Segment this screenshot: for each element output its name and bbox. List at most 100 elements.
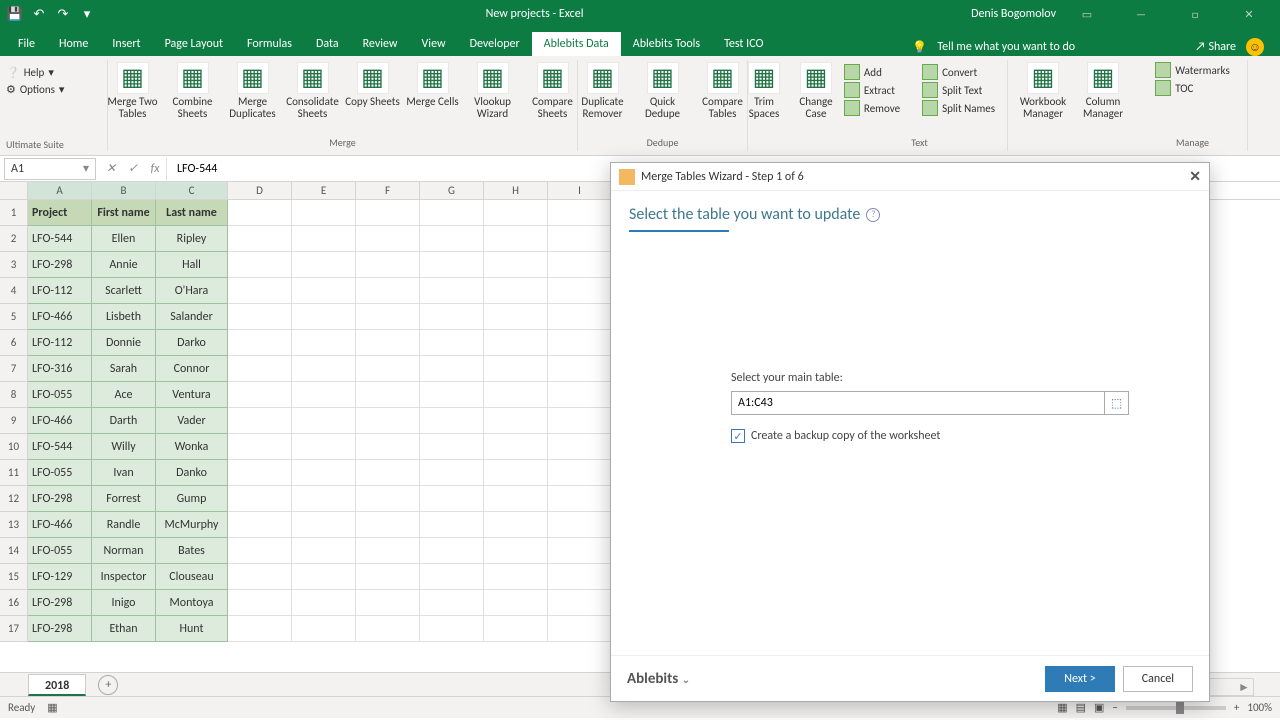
cell[interactable] <box>420 486 484 512</box>
cell[interactable] <box>292 512 356 538</box>
cell[interactable]: Norman <box>92 538 156 564</box>
cell[interactable] <box>292 590 356 616</box>
row-head[interactable]: 2 <box>0 226 28 252</box>
cell[interactable] <box>484 226 548 252</box>
zoom-out-button[interactable]: − <box>1112 701 1117 714</box>
cell[interactable]: Hall <box>156 252 228 278</box>
cell[interactable]: Inigo <box>92 590 156 616</box>
name-box[interactable]: A1▾ <box>4 158 96 180</box>
cell[interactable] <box>292 252 356 278</box>
menu-tab-view[interactable]: View <box>410 32 458 56</box>
cell[interactable] <box>420 538 484 564</box>
cell[interactable] <box>292 330 356 356</box>
menu-tab-developer[interactable]: Developer <box>458 32 532 56</box>
menu-tab-formulas[interactable]: Formulas <box>235 32 304 56</box>
cell[interactable]: LFO-466 <box>28 304 92 330</box>
cell[interactable] <box>228 564 292 590</box>
cell[interactable] <box>228 200 292 226</box>
cell[interactable] <box>228 616 292 642</box>
cell[interactable] <box>356 356 420 382</box>
toc-button[interactable]: TOC <box>1155 80 1230 96</box>
cell[interactable] <box>548 486 612 512</box>
feedback-icon[interactable]: ☺ <box>1246 38 1264 56</box>
cell[interactable] <box>292 200 356 226</box>
cell[interactable] <box>420 252 484 278</box>
row-head[interactable]: 9 <box>0 408 28 434</box>
cell[interactable] <box>356 538 420 564</box>
cell[interactable]: LFO-112 <box>28 330 92 356</box>
cell[interactable]: Project <box>28 200 92 226</box>
next-button[interactable]: Next > <box>1045 666 1114 692</box>
row-head[interactable]: 3 <box>0 252 28 278</box>
view-layout-icon[interactable]: ▤ <box>1076 701 1086 714</box>
cell[interactable] <box>356 486 420 512</box>
cell[interactable] <box>548 382 612 408</box>
cell[interactable] <box>484 278 548 304</box>
menu-tab-test-ico[interactable]: Test ICO <box>712 32 775 56</box>
cell[interactable] <box>292 382 356 408</box>
trim-spaces-button[interactable]: ▦Trim Spaces <box>740 62 788 151</box>
cell[interactable] <box>420 382 484 408</box>
cell[interactable] <box>228 460 292 486</box>
col-head-G[interactable]: G <box>420 182 484 199</box>
cell[interactable] <box>548 564 612 590</box>
remove-button[interactable]: Remove <box>844 100 900 116</box>
col-head-A[interactable]: A <box>28 182 92 199</box>
cell[interactable]: Darth <box>92 408 156 434</box>
cell[interactable] <box>228 590 292 616</box>
cell[interactable] <box>420 200 484 226</box>
col-head-I[interactable]: I <box>548 182 612 199</box>
cell[interactable] <box>420 356 484 382</box>
row-head[interactable]: 15 <box>0 564 28 590</box>
zoom-slider[interactable] <box>1126 706 1226 710</box>
row-head[interactable]: 4 <box>0 278 28 304</box>
cell[interactable] <box>484 564 548 590</box>
row-head[interactable]: 13 <box>0 512 28 538</box>
cancel-button[interactable]: Cancel <box>1123 666 1193 692</box>
cell[interactable] <box>548 408 612 434</box>
zoom-in-button[interactable]: + <box>1234 701 1239 714</box>
row-head[interactable]: 11 <box>0 460 28 486</box>
cell[interactable]: Ivan <box>92 460 156 486</box>
cell[interactable] <box>484 512 548 538</box>
dialog-close-button[interactable]: ✕ <box>1189 168 1201 185</box>
cell[interactable]: Last name <box>156 200 228 226</box>
cell[interactable]: Darko <box>156 330 228 356</box>
cell[interactable] <box>548 278 612 304</box>
cell[interactable]: Danko <box>156 460 228 486</box>
cell[interactable] <box>228 330 292 356</box>
tell-me-icon[interactable]: 💡 <box>912 40 927 55</box>
cell[interactable]: Randle <box>92 512 156 538</box>
cell[interactable] <box>292 564 356 590</box>
row-head[interactable]: 10 <box>0 434 28 460</box>
col-head-E[interactable]: E <box>292 182 356 199</box>
cell[interactable] <box>356 252 420 278</box>
menu-tab-review[interactable]: Review <box>351 32 410 56</box>
cell[interactable]: Montoya <box>156 590 228 616</box>
sheet-tab[interactable]: 2018 <box>28 674 86 696</box>
cell[interactable] <box>356 512 420 538</box>
cell[interactable] <box>548 200 612 226</box>
cell[interactable] <box>548 356 612 382</box>
cell[interactable] <box>292 460 356 486</box>
menu-tab-ablebits-tools[interactable]: Ablebits Tools <box>621 32 712 56</box>
cell[interactable] <box>228 512 292 538</box>
cell[interactable] <box>356 408 420 434</box>
fx-icon[interactable]: fx <box>144 158 166 180</box>
cell[interactable]: LFO-298 <box>28 252 92 278</box>
help-icon[interactable]: ? <box>866 208 880 222</box>
cell[interactable]: Scarlett <box>92 278 156 304</box>
cell[interactable] <box>548 590 612 616</box>
cell[interactable]: Bates <box>156 538 228 564</box>
row-head[interactable]: 5 <box>0 304 28 330</box>
column-manager-button[interactable]: ▦Column Manager <box>1075 62 1131 151</box>
cell[interactable] <box>228 304 292 330</box>
cell[interactable] <box>484 330 548 356</box>
cell[interactable] <box>228 538 292 564</box>
cell[interactable]: Donnie <box>92 330 156 356</box>
cell[interactable]: Annie <box>92 252 156 278</box>
cell[interactable]: Lisbeth <box>92 304 156 330</box>
cell[interactable] <box>420 278 484 304</box>
row-head[interactable]: 6 <box>0 330 28 356</box>
cell[interactable] <box>484 538 548 564</box>
